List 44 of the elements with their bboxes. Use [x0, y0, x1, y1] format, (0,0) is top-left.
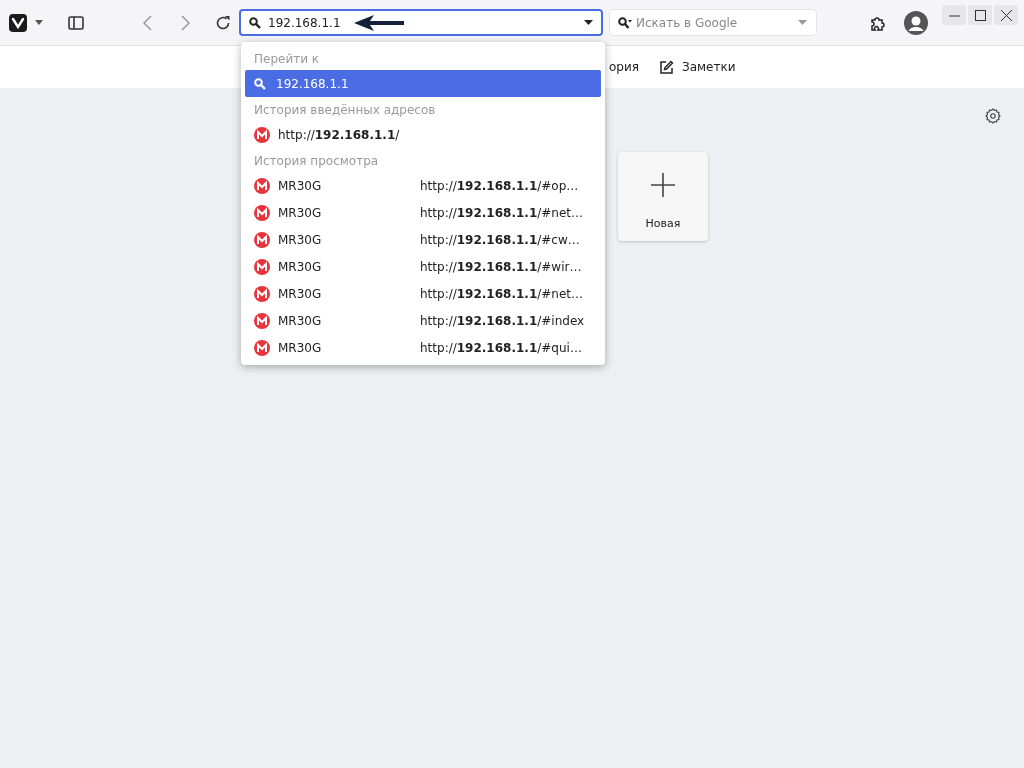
suggestion-item[interactable]: MR30G http://192.168.1.1/#cw…: [245, 226, 601, 253]
suggestion-item[interactable]: http://192.168.1.1/: [245, 121, 601, 148]
search-icon: [249, 16, 261, 29]
site-favicon-icon: [254, 339, 270, 356]
forward-icon[interactable]: [181, 14, 190, 31]
site-favicon-icon: [254, 231, 270, 248]
settings-icon[interactable]: [985, 108, 1001, 124]
suggestion-item[interactable]: MR30G http://192.168.1.1/#op…: [245, 172, 601, 199]
search-icon: [254, 77, 266, 90]
dropdown-caret-icon[interactable]: [584, 20, 593, 25]
section-heading: История введённых адресов: [253, 102, 437, 119]
tile-label: Новая: [645, 217, 681, 230]
new-speed-dial-tile[interactable]: Новая: [618, 152, 708, 241]
site-favicon-icon: [254, 285, 270, 302]
suggestion-item[interactable]: 192.168.1.1: [245, 70, 601, 97]
maximize-button[interactable]: [968, 5, 992, 25]
maximize-icon: [974, 9, 986, 21]
site-favicon-icon: [254, 126, 270, 143]
site-favicon-icon: [254, 258, 270, 275]
close-icon: [1000, 9, 1012, 21]
notes-pencil-icon[interactable]: [659, 59, 674, 75]
notes-link[interactable]: Заметки: [682, 60, 736, 74]
suggestion-item[interactable]: MR30G http://192.168.1.1/#index: [245, 307, 601, 334]
annotation-arrow-icon: [353, 14, 404, 31]
address-field[interactable]: 192.168.1.1: [239, 9, 603, 36]
bookmark-link[interactable]: ория: [609, 60, 639, 74]
site-favicon-icon: [254, 177, 270, 194]
section-heading: История просмотра: [253, 153, 380, 170]
back-icon[interactable]: [143, 14, 152, 31]
caret-icon[interactable]: [35, 20, 43, 25]
suggestion-item[interactable]: MR30G http://192.168.1.1/#qui…: [245, 334, 601, 361]
search-field[interactable]: Искать в Google: [609, 9, 817, 36]
suggestion-item[interactable]: MR30G http://192.168.1.1/#net…: [245, 199, 601, 226]
section-heading: Перейти к: [253, 51, 321, 68]
profile-avatar-icon[interactable]: [904, 10, 928, 35]
close-button[interactable]: [994, 5, 1018, 25]
panel-toggle-icon[interactable]: [68, 15, 84, 30]
reload-icon[interactable]: [215, 14, 231, 31]
suggestion-item[interactable]: MR30G http://192.168.1.1/#net…: [245, 280, 601, 307]
suggestion-item[interactable]: MR30G http://192.168.1.1/#wir…: [245, 253, 601, 280]
site-favicon-icon: [254, 312, 270, 329]
browser-logo-icon[interactable]: [9, 13, 27, 32]
plus-icon: [651, 173, 675, 197]
site-favicon-icon: [254, 204, 270, 221]
